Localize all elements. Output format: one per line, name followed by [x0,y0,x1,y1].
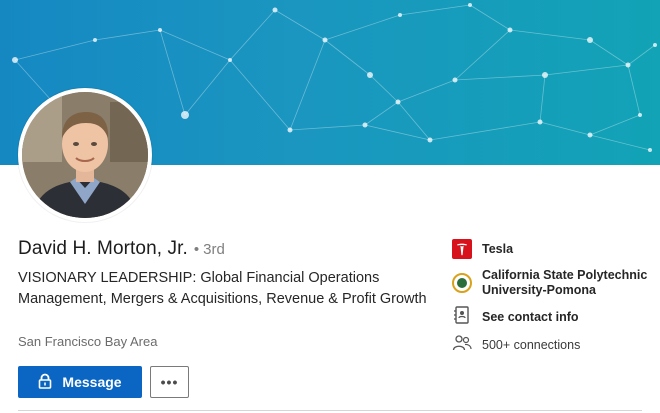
profile-headline: VISIONARY LEADERSHIP: Global Financial O… [18,270,427,307]
connection-degree-badge: 3rd [203,241,225,258]
message-button[interactable]: Message [18,366,142,398]
connections-link[interactable]: 500+ connections [452,334,580,357]
more-icon: ••• [160,374,179,390]
contact-info-label: See contact info [482,310,579,324]
lock-icon [38,373,52,392]
school-name-line2: University-Pomona [482,283,596,297]
message-button-label: Message [62,374,122,390]
current-company[interactable]: Tesla [452,239,513,259]
school-name-line1: California State Polytechnic [482,268,648,282]
education-school[interactable]: California State Polytechnic University-… [452,268,647,298]
university-seal-icon [452,273,472,293]
profile-name: David H. Morton, Jr. [18,238,188,259]
profile-photo[interactable] [18,88,152,222]
contact-info-link[interactable]: See contact info [452,305,579,330]
avatar [22,92,148,218]
person-portrait-graphic [22,92,148,218]
profile-name-row: David H. Morton, Jr. • 3rd [18,238,225,260]
profile-location: San Francisco Bay Area [18,334,158,349]
degree-separator: • [193,241,200,258]
tesla-logo-icon [452,239,472,259]
connections-count: 500+ connections [482,338,581,352]
section-divider [18,410,642,411]
contact-card-icon [452,305,472,330]
people-icon [452,334,472,357]
school-name: California State Polytechnic University-… [482,268,647,298]
company-name: Tesla [482,241,514,256]
more-actions-button[interactable]: ••• [150,366,189,398]
